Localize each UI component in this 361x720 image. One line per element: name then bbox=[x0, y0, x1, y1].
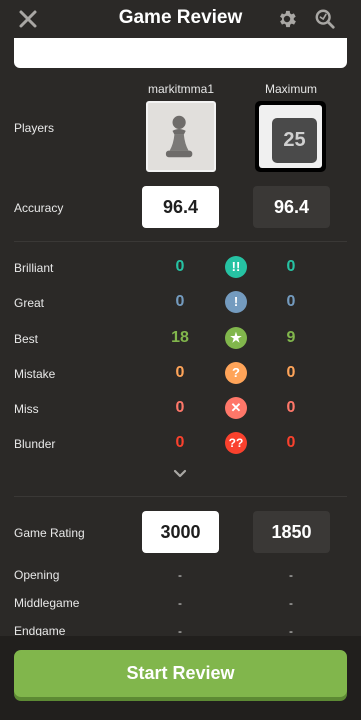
engine-chip-frame: 25 bbox=[259, 105, 322, 168]
white-game-rating: 3000 bbox=[142, 511, 219, 553]
accuracy-label: Accuracy bbox=[14, 201, 64, 215]
black-player-name: Maximum bbox=[264, 82, 317, 96]
engine-level-chip: 25 bbox=[272, 118, 317, 163]
white-player-name: markitmma1 bbox=[147, 82, 214, 96]
white-best-count: 18 bbox=[171, 329, 189, 346]
white-opening-value: - bbox=[178, 568, 182, 582]
black-game-rating: 1850 bbox=[253, 511, 330, 553]
divider bbox=[14, 496, 347, 497]
black-middlegame-value: - bbox=[289, 596, 293, 610]
graph-panel bbox=[14, 38, 347, 68]
brilliant-icon: !! bbox=[225, 256, 247, 278]
white-miss-count: 0 bbox=[175, 399, 185, 416]
question-mark-icon: ? bbox=[225, 362, 247, 384]
black-miss-count: 0 bbox=[286, 399, 296, 416]
star-icon: ★ bbox=[225, 327, 247, 349]
black-player-avatar: 25 bbox=[255, 101, 326, 172]
miss-label: Miss bbox=[14, 402, 39, 416]
blunder-label: Blunder bbox=[14, 437, 56, 451]
black-best-count: 9 bbox=[286, 329, 296, 346]
mistake-label: Mistake bbox=[14, 367, 56, 381]
white-brilliant-count: 0 bbox=[175, 258, 185, 275]
black-opening-value: - bbox=[289, 568, 293, 582]
great-label: Great bbox=[14, 296, 45, 310]
double-question-icon: ?? bbox=[225, 432, 247, 454]
page-title: Game Review bbox=[118, 7, 243, 28]
start-review-button[interactable]: Start Review bbox=[14, 650, 347, 697]
chevron-down-icon[interactable] bbox=[173, 469, 187, 479]
players-label: Players bbox=[14, 121, 55, 135]
black-brilliant-count: 0 bbox=[286, 258, 296, 275]
header-bar: Game Review bbox=[0, 0, 361, 38]
middlegame-label: Middlegame bbox=[14, 596, 80, 610]
game-rating-label: Game Rating bbox=[14, 526, 85, 540]
white-great-count: 0 bbox=[175, 293, 185, 310]
white-blunder-count: 0 bbox=[175, 434, 185, 451]
gear-icon[interactable] bbox=[276, 8, 298, 30]
white-accuracy: 96.4 bbox=[142, 186, 219, 228]
divider bbox=[14, 241, 347, 242]
black-great-count: 0 bbox=[286, 293, 296, 310]
white-player-avatar bbox=[146, 101, 216, 172]
cross-icon: ✕ bbox=[225, 397, 247, 419]
black-blunder-count: 0 bbox=[286, 434, 296, 451]
opening-label: Opening bbox=[14, 568, 60, 582]
white-mistake-count: 0 bbox=[175, 364, 185, 381]
magnify-icon[interactable] bbox=[314, 8, 336, 30]
best-label: Best bbox=[14, 332, 39, 346]
pawn-icon bbox=[165, 115, 193, 158]
black-mistake-count: 0 bbox=[286, 364, 296, 381]
brilliant-label: Brilliant bbox=[14, 261, 54, 275]
black-accuracy: 96.4 bbox=[253, 186, 330, 228]
great-icon: ! bbox=[225, 291, 247, 313]
white-middlegame-value: - bbox=[178, 596, 182, 610]
